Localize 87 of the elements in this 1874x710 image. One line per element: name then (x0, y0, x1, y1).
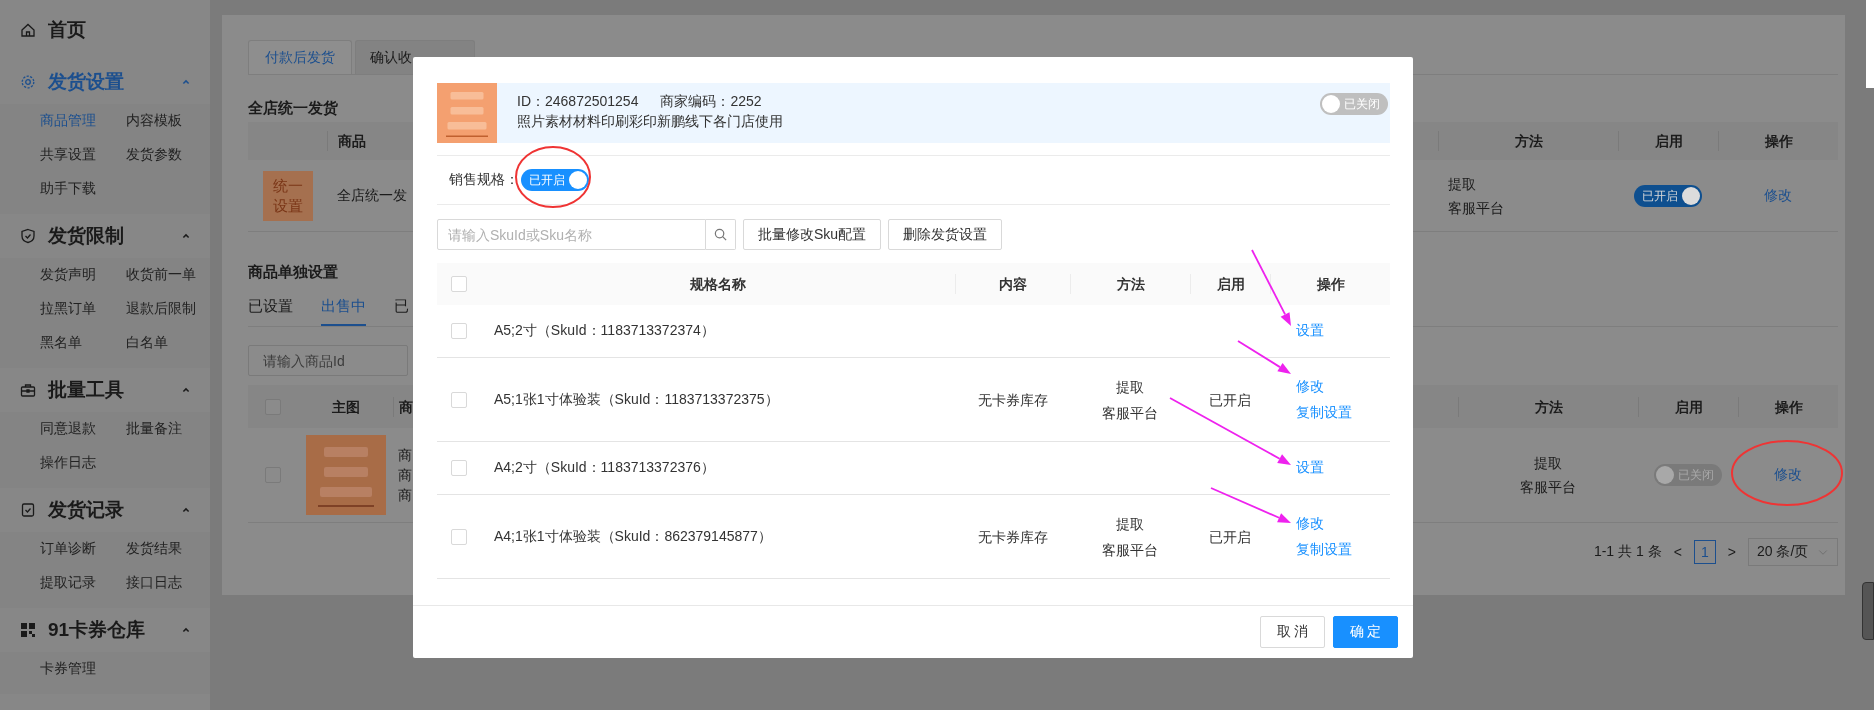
edit-link[interactable]: 修改 (1764, 186, 1792, 205)
tab[interactable]: 出售中 (321, 286, 366, 326)
nav-item[interactable]: 发货声明 (40, 258, 126, 292)
column-header: 启用 (1638, 396, 1738, 417)
table-cell-text: A4;2寸（SkuId：1183713372376） (493, 459, 715, 477)
column-header: 操作 (1718, 131, 1838, 151)
toolbar-button[interactable]: 删除发货设置 (888, 219, 1003, 250)
merchant-code: 商家编码：2252 (660, 92, 762, 111)
nav-item[interactable]: 拉黑订单 (40, 292, 126, 326)
confirm-button[interactable]: 确 定 (1333, 616, 1398, 648)
clipboard-icon (20, 502, 36, 518)
field-label: 销售规格： (449, 171, 519, 189)
table-cell-text: A5;2寸（SkuId：1183713372374） (493, 322, 715, 340)
column-header: 方法 (1438, 131, 1618, 151)
table-cell-text: 全店统一发 (336, 186, 407, 205)
toggle-switch[interactable]: 已开启 (521, 169, 589, 191)
nav-item[interactable]: 订单诊断 (40, 532, 126, 566)
search-button[interactable] (706, 219, 736, 250)
nav-item[interactable]: 同意退款 (40, 412, 126, 446)
nav-item[interactable]: 批量备注 (126, 412, 210, 446)
nav-item[interactable]: 提取记录 (40, 566, 126, 600)
nav-group-header[interactable]: 发货记录 (0, 488, 210, 532)
action-link[interactable]: 设置 (1296, 459, 1324, 477)
status-text: 已开启 (1208, 527, 1252, 547)
action-link[interactable]: 设置 (1296, 322, 1324, 340)
action-link[interactable]: 修改 (1296, 377, 1324, 396)
table-cell-text: A4;1张1寸体验装（SkuId：862379145877） (493, 527, 772, 546)
grid-icon (20, 622, 36, 638)
tab[interactable]: 已设置 (248, 286, 293, 326)
tab[interactable]: 已 (394, 286, 409, 326)
toolbar-button[interactable]: 批量修改Sku配置 (743, 219, 882, 250)
home-icon (20, 22, 36, 38)
search-icon (713, 227, 728, 242)
column-header: 启用 (1618, 131, 1718, 151)
next-page-button[interactable]: > (1727, 544, 1736, 560)
column-header: 操作 (1270, 274, 1390, 294)
annotation-arrow (1237, 340, 1291, 374)
column-header: 主图 (330, 397, 361, 417)
nav-group-header[interactable]: 发货设置 (0, 60, 210, 104)
side-handle[interactable] (1862, 582, 1874, 640)
nav-item[interactable]: 退款后限制 (126, 292, 210, 326)
search-field[interactable]: 请输入商品Id (248, 345, 408, 376)
action-link[interactable]: 复制设置 (1296, 540, 1352, 559)
edit-link[interactable]: 修改 (1774, 466, 1802, 484)
column-header: 规格名称 (688, 275, 747, 294)
nav-item[interactable]: 发货参数 (126, 138, 210, 172)
nav-item[interactable]: 内容模板 (126, 104, 210, 138)
column-header: 启用 (1190, 274, 1270, 294)
column-header: 内容 (955, 274, 1070, 294)
column-header: 操作 (1738, 396, 1838, 417)
page-size-select[interactable]: 20 条/页 (1748, 538, 1838, 566)
product-title: 照片素材材料印刷彩印新鹏线下各门店使用 (517, 112, 784, 131)
nav-item[interactable]: 接口日志 (126, 566, 210, 600)
scrollbar[interactable] (1866, 0, 1874, 88)
table-cell-text: 商 商 商 (397, 446, 412, 505)
page-button[interactable]: 1 (1693, 540, 1716, 564)
method-text: 提取 客服平台 (1447, 174, 1505, 218)
pagination-summary: 1-1 共 1 条 (1593, 543, 1662, 561)
method-text: 提取 客服平台 (1519, 454, 1577, 497)
column-header: 方法 (1458, 396, 1638, 417)
nav-item[interactable]: 卡券管理 (40, 652, 126, 686)
nav-group-header[interactable]: 发货限制 (0, 214, 210, 258)
prev-page-button[interactable]: < (1673, 544, 1682, 560)
shield-icon (20, 228, 36, 244)
method-text: 提取 客服平台 (1101, 514, 1159, 560)
nav-group-header[interactable]: 批量工具 (0, 368, 210, 412)
nav-item[interactable]: 操作日志 (40, 446, 126, 480)
nav-item[interactable]: 共享设置 (40, 138, 126, 172)
tab[interactable]: 付款后发货 (248, 40, 352, 74)
nav-item[interactable]: 发货结果 (126, 532, 210, 566)
column-header: 方法 (1070, 274, 1190, 294)
nav-item[interactable]: 商品管理 (40, 104, 126, 138)
table-cell-text: 无卡券库存 (976, 527, 1049, 547)
cancel-button[interactable]: 取 消 (1260, 616, 1325, 648)
nav-item[interactable]: 收货前一单 (126, 258, 210, 292)
toggle-switch[interactable]: 已开启 (1634, 184, 1702, 207)
nav-item[interactable]: 黑名单 (40, 326, 126, 360)
nav-item[interactable]: 首页 (0, 0, 210, 60)
nav-item[interactable]: 白名单 (126, 326, 210, 360)
nav-group-header[interactable]: 91卡券仓库 (0, 608, 210, 652)
gear-icon (20, 74, 36, 90)
action-link[interactable]: 修改 (1296, 514, 1324, 533)
toolbox-icon (20, 382, 36, 398)
section-title: 全店统一发货 (248, 97, 338, 118)
section-title: 商品单独设置 (248, 261, 338, 282)
product-id: ID：246872501254 (517, 92, 639, 111)
nav-item[interactable]: 助手下载 (40, 172, 126, 206)
